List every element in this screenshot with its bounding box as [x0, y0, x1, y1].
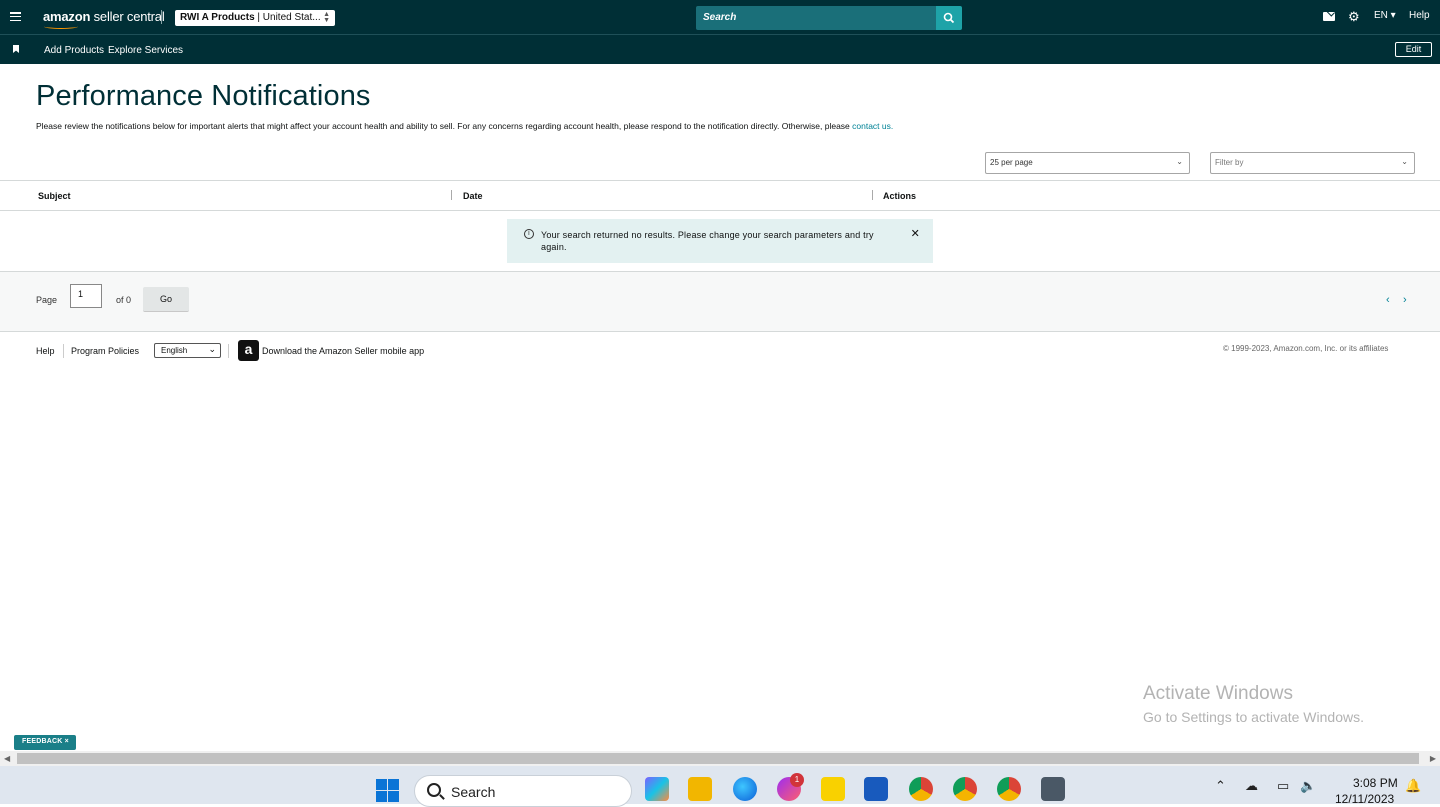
messenger-badge: 1: [790, 773, 804, 787]
taskbar-search[interactable]: Search: [414, 775, 632, 807]
footer-divider: [228, 344, 229, 358]
gear-icon[interactable]: ⚙: [1348, 10, 1360, 23]
language-selector[interactable]: EN ▾: [1374, 10, 1396, 21]
column-date[interactable]: Date: [463, 191, 483, 201]
windows-start-icon[interactable]: [376, 779, 400, 803]
onedrive-icon[interactable]: ☁: [1245, 778, 1258, 794]
notifications-table: Subject Date Actions i Your search retur…: [0, 180, 1440, 272]
amazon-app-icon[interactable]: a: [238, 340, 259, 361]
column-actions: Actions: [883, 191, 917, 201]
amazon-seller-central-logo[interactable]: amazon seller central: [43, 9, 165, 29]
search-icon: [943, 12, 955, 24]
contact-us-link[interactable]: contact us.: [852, 121, 893, 131]
activate-windows-title: Activate Windows: [1143, 683, 1293, 704]
page-description-text: Please review the notifications below fo…: [36, 121, 853, 131]
filter-by-dropdown[interactable]: Filter by ⌄: [1210, 152, 1415, 174]
copyright-text: © 1999-2023, Amazon.com, Inc. or its aff…: [1223, 344, 1389, 353]
scroll-left-icon[interactable]: ◀: [4, 754, 10, 763]
edge-icon[interactable]: [733, 777, 757, 801]
up-down-arrows-icon: ▲ ▼: [323, 11, 330, 24]
account-marketplace: | United Stat...: [254, 12, 321, 23]
logo-sub: seller central: [93, 9, 165, 24]
scroll-right-icon[interactable]: ▶: [1430, 754, 1436, 763]
page-label: Page: [36, 295, 58, 305]
clock-time[interactable]: 3:08 PM: [1353, 776, 1398, 790]
taskbar-search-label: Search: [451, 784, 496, 800]
account-name: RWI A Products: [180, 12, 255, 23]
no-results-message: Your search returned no results. Please …: [541, 230, 874, 252]
footer-language-select[interactable]: English ⌄: [154, 343, 221, 358]
display-icon[interactable]: ▭: [1277, 778, 1289, 794]
column-divider: [872, 190, 873, 200]
per-page-value: 25 per page: [990, 158, 1033, 167]
account-switcher[interactable]: RWI A Products | United Stat... ▲ ▼: [175, 10, 335, 26]
filter-by-placeholder: Filter by: [1215, 158, 1244, 167]
per-page-dropdown[interactable]: 25 per page ⌄: [985, 152, 1190, 174]
chrome-profile-icon[interactable]: [953, 777, 977, 801]
nav-explore-services[interactable]: Explore Services: [108, 45, 183, 56]
amazon-smile-icon: [44, 24, 78, 29]
chevron-up-icon[interactable]: ⌃: [1215, 778, 1226, 794]
feedback-button[interactable]: FEEDBACK ×: [14, 735, 76, 750]
word-icon[interactable]: [864, 777, 888, 801]
nav-add-products[interactable]: Add Products: [44, 45, 104, 56]
chevron-down-icon: ⌄: [1176, 157, 1183, 166]
footer-help-link[interactable]: Help: [36, 346, 55, 356]
horizontal-scrollbar[interactable]: ◀ ▶: [0, 751, 1440, 766]
info-icon: i: [524, 229, 534, 239]
column-divider: [451, 190, 452, 200]
mail-icon[interactable]: [1323, 12, 1335, 21]
page-total-label: of 0: [116, 295, 132, 305]
footer-language-value: English: [161, 346, 188, 355]
volume-icon[interactable]: 🔈: [1300, 778, 1316, 794]
file-explorer-icon[interactable]: [688, 777, 712, 801]
page-number-input[interactable]: 1: [70, 284, 102, 308]
edit-button[interactable]: Edit: [1395, 42, 1432, 57]
notification-bell-icon[interactable]: 🔔: [1405, 778, 1421, 794]
bookmark-icon[interactable]: [13, 45, 19, 53]
menu-icon[interactable]: [10, 12, 21, 22]
search-input[interactable]: Search: [696, 6, 936, 30]
close-icon[interactable]: ✕: [911, 228, 920, 240]
copilot-icon[interactable]: [645, 777, 669, 801]
table-header: Subject Date Actions: [0, 181, 1440, 211]
footer-program-policies-link[interactable]: Program Policies: [71, 346, 139, 356]
page-description: Please review the notifications below fo…: [36, 121, 893, 131]
chevron-down-icon: ⌄: [208, 344, 216, 354]
windows-taskbar: Search ⌃ ☁ ▭ 🔈 3:08 PM 12/11/2023 🔔: [0, 766, 1440, 807]
footer-divider: [63, 344, 64, 358]
chevron-right-icon[interactable]: ›: [1403, 294, 1407, 306]
sticky-notes-icon[interactable]: [821, 777, 845, 801]
page-footer: Help Program Policies English ⌄ a Downlo…: [0, 340, 1440, 361]
help-link[interactable]: Help: [1409, 10, 1430, 21]
chevron-down-icon: ⌄: [1401, 157, 1408, 166]
activate-windows-subtitle: Go to Settings to activate Windows.: [1143, 709, 1364, 725]
no-results-alert: i Your search returned no results. Pleas…: [507, 219, 933, 263]
logo-divider: [161, 10, 162, 24]
search-button[interactable]: [936, 6, 962, 30]
page-title: Performance Notifications: [36, 80, 371, 112]
chrome-profile-icon[interactable]: [997, 777, 1021, 801]
pagination-bar: Page 1 of 0 Go ‹ ›: [0, 272, 1440, 332]
column-subject[interactable]: Subject: [38, 191, 71, 201]
nav-bar: Add Products Explore Services Edit: [0, 35, 1440, 64]
go-button[interactable]: Go: [143, 287, 189, 312]
logo-main: amazon: [43, 9, 91, 24]
footer-app-download-link[interactable]: Download the Amazon Seller mobile app: [262, 346, 424, 356]
chevron-left-icon[interactable]: ‹: [1386, 294, 1390, 306]
top-header: amazon seller central RWI A Products | U…: [0, 0, 1440, 35]
calculator-icon[interactable]: [1041, 777, 1065, 801]
search-icon: [427, 783, 441, 797]
scrollbar-thumb[interactable]: [17, 753, 1419, 764]
chrome-icon[interactable]: [909, 777, 933, 801]
